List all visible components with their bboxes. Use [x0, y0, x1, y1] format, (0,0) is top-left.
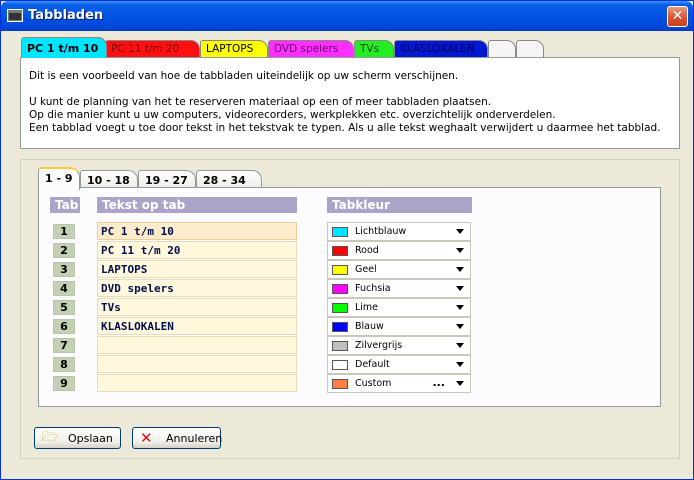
preview-tab[interactable]: TVs	[354, 40, 394, 58]
preview-tab[interactable]: KLASLOKALEN	[394, 40, 488, 58]
tab-number: 7	[53, 338, 75, 353]
folder-icon: 🗁	[42, 430, 59, 445]
color-name: Rood	[355, 245, 379, 256]
color-name: Fuchsia	[355, 283, 391, 294]
tab-color-dropdown[interactable]: Lime	[327, 298, 471, 317]
tab-number: 9	[53, 376, 75, 391]
tab-number: 6	[53, 319, 75, 334]
text-column-header: Tekst op tab	[97, 197, 297, 213]
preview-tab[interactable]	[516, 40, 544, 58]
color-name: Lime	[355, 302, 379, 313]
color-name: Default	[355, 359, 390, 370]
tab-color-dropdown[interactable]: Fuchsia	[327, 279, 471, 298]
info-panel: Dit is een voorbeeld van hoe de tabblade…	[20, 57, 680, 149]
tab-text-input[interactable]: PC 1 t/m 10	[97, 222, 297, 240]
dialog-window: Tabbladen ✕ PC 1 t/m 10 PC 11 t/m 20 LAPTO…	[0, 0, 694, 480]
color-swatch	[332, 322, 348, 332]
tab-range-1-9[interactable]: 1 - 9	[38, 167, 80, 190]
color-swatch	[332, 303, 348, 313]
dropdown-arrow-icon[interactable]	[456, 286, 464, 291]
color-swatch	[332, 341, 348, 351]
save-button-label: Opslaan	[68, 432, 113, 445]
color-name: Zilvergrijs	[355, 340, 403, 351]
dropdown-arrow-icon[interactable]	[456, 267, 464, 272]
preview-tab[interactable]: PC 11 t/m 20	[105, 40, 200, 58]
dropdown-arrow-icon[interactable]	[456, 343, 464, 348]
dropdown-arrow-icon[interactable]	[456, 248, 464, 253]
tab-text-input[interactable]: KLASLOKALEN	[97, 317, 297, 335]
dropdown-arrow-icon[interactable]	[456, 362, 464, 367]
dropdown-arrow-icon[interactable]	[456, 381, 464, 386]
tab-color-dropdown[interactable]: Geel	[327, 260, 471, 279]
color-swatch	[332, 246, 348, 256]
tab-column-header: Tab	[50, 197, 80, 213]
tab-color-dropdown[interactable]: Rood	[327, 241, 471, 260]
dropdown-arrow-icon[interactable]	[456, 229, 464, 234]
tab-text-input[interactable]	[97, 336, 297, 354]
info-spacer	[29, 83, 679, 96]
cross-icon: ✕	[140, 429, 153, 447]
cancel-button-label: Annuleren	[166, 432, 223, 445]
tab-text-input[interactable]: DVD spelers	[97, 279, 297, 297]
preview-tab[interactable]: DVD spelers	[268, 40, 354, 58]
window-icon	[7, 9, 23, 22]
info-line-4: Een tabblad voegt u toe door tekst in he…	[29, 122, 661, 134]
info-line-1: Dit is een voorbeeld van hoe de tabblade…	[29, 70, 459, 82]
color-swatch	[332, 379, 348, 389]
preview-tab[interactable]	[488, 40, 516, 58]
tab-text-input[interactable]	[97, 374, 297, 392]
tab-number: 5	[53, 300, 75, 315]
tab-number: 2	[53, 243, 75, 258]
info-line-2: U kunt de planning van het te reserveren…	[29, 96, 492, 108]
info-line-3: Op die manier kunt u uw computers, video…	[29, 109, 556, 121]
color-swatch	[332, 360, 348, 370]
color-name: Geel	[355, 264, 377, 275]
cancel-button[interactable]: ✕ Annuleren	[132, 427, 223, 449]
dialog-body: PC 1 t/m 10 PC 11 t/m 20 LAPTOPS DVD speler…	[4, 31, 690, 477]
color-column-header: Tabkleur	[327, 197, 472, 213]
color-name: Custom	[355, 378, 392, 389]
color-swatch	[332, 265, 348, 275]
preview-tab[interactable]: PC 1 t/m 10	[21, 37, 107, 58]
tab-text-input[interactable]	[97, 355, 297, 373]
tab-color-dropdown[interactable]: Default	[327, 355, 471, 374]
preview-tab[interactable]: LAPTOPS	[200, 40, 268, 58]
tab-number: 3	[53, 262, 75, 277]
tab-text-input[interactable]: PC 11 t/m 20	[97, 241, 297, 259]
tab-color-dropdown[interactable]: Blauw	[327, 317, 471, 336]
dropdown-arrow-icon[interactable]	[456, 324, 464, 329]
close-button[interactable]: ✕	[667, 6, 688, 27]
tab-number: 1	[53, 224, 75, 239]
save-button[interactable]: 🗁 Opslaan	[34, 427, 121, 449]
tab-color-dropdown[interactable]: Custom...	[327, 374, 471, 393]
tab-color-dropdown[interactable]: Lichtblauw	[327, 222, 471, 241]
tab-color-dropdown[interactable]: Zilvergrijs	[327, 336, 471, 355]
custom-color-button[interactable]: ...	[432, 376, 445, 389]
tab-text-input[interactable]: TVs	[97, 298, 297, 316]
color-name: Lichtblauw	[355, 226, 407, 237]
color-swatch	[332, 227, 348, 237]
title-bar[interactable]: Tabbladen ✕	[1, 1, 693, 31]
tab-number: 4	[53, 281, 75, 296]
color-name: Blauw	[355, 321, 384, 332]
window-title: Tabbladen	[28, 8, 104, 23]
tab-number: 8	[53, 357, 75, 372]
tab-text-input[interactable]: LAPTOPS	[97, 260, 297, 278]
dropdown-arrow-icon[interactable]	[456, 305, 464, 310]
color-swatch	[332, 284, 348, 294]
